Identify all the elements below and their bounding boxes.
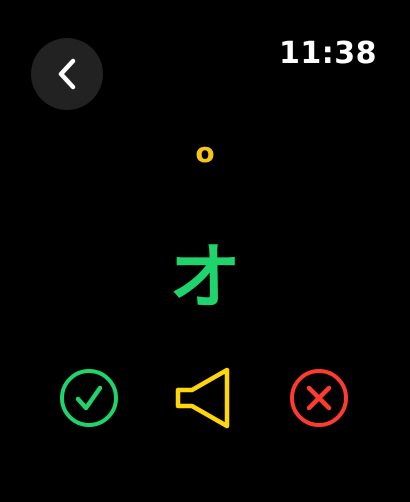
checkmark-circle-icon [60, 369, 118, 427]
chevron-left-icon [58, 58, 76, 90]
romaji-label: o [195, 136, 215, 169]
kana-character: オ [168, 235, 241, 319]
wrong-button[interactable] [287, 366, 351, 430]
speak-button[interactable] [172, 366, 236, 430]
speaker-icon [175, 367, 230, 429]
back-button[interactable] [31, 38, 103, 110]
x-circle-icon [290, 369, 348, 427]
clock: 11:38 [279, 36, 377, 71]
correct-button[interactable] [57, 366, 121, 430]
